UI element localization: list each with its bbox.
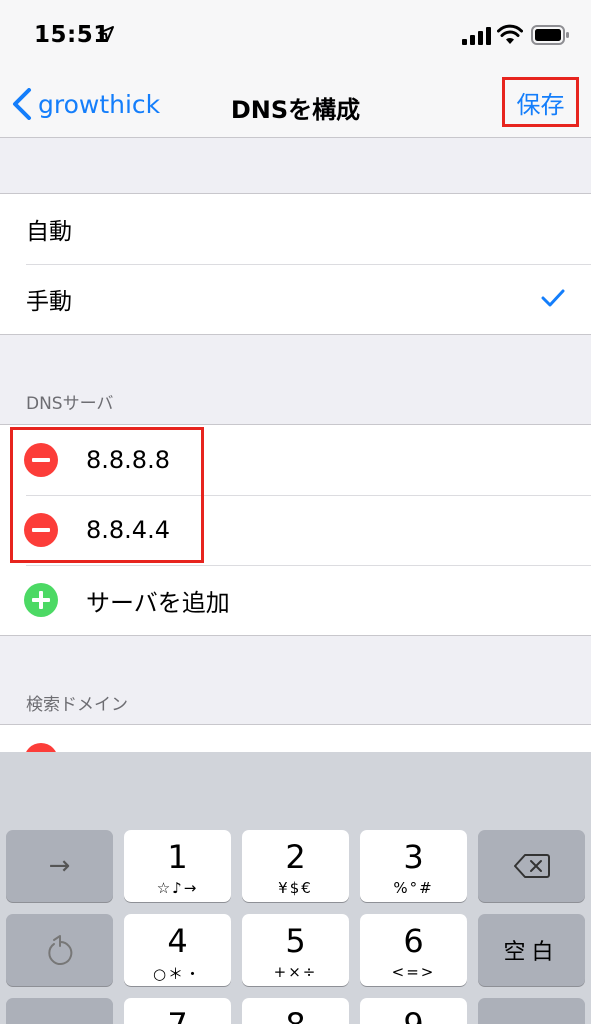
space-key-label: 空白 — [503, 940, 560, 965]
key-7[interactable]: 7 — [124, 998, 231, 1024]
delete-key[interactable] — [478, 830, 585, 902]
done-key[interactable] — [478, 998, 585, 1024]
plus-circle-icon[interactable] — [24, 583, 58, 617]
key-symbols: ○＊・ — [152, 965, 203, 983]
key-symbols: ¥$€ — [278, 879, 313, 897]
key-number: 9 — [360, 1006, 467, 1024]
key-number: 2 — [285, 838, 306, 876]
key-symbols: <=> — [391, 963, 436, 981]
signal-icon — [462, 27, 491, 45]
search-domain-section-header: 検索ドメイン — [26, 695, 128, 715]
numeric-keyboard: → 1 ☆♪→ 2 ¥$€ 3 %°# 4 ○＊・ 5 +×÷ 6 <=> 空白 — [0, 752, 591, 1024]
battery-icon — [531, 25, 569, 45]
key-number: 4 — [167, 922, 188, 960]
keyboard-mode-key[interactable] — [6, 998, 113, 1024]
minus-circle-icon[interactable] — [24, 443, 58, 477]
dns-server-group: 8.8.8.8 8.8.4.4 サーバを追加 — [0, 424, 591, 636]
dns-server-row[interactable]: 8.8.4.4 — [0, 495, 591, 565]
dns-server-row[interactable]: 8.8.8.8 — [0, 425, 591, 495]
key-1[interactable]: 1 ☆♪→ — [124, 830, 231, 902]
mode-option-manual[interactable]: 手動 — [0, 264, 591, 334]
undo-key[interactable] — [6, 914, 113, 986]
add-server-label: サーバを追加 — [86, 588, 230, 617]
key-number: 1 — [167, 838, 188, 876]
undo-icon — [48, 935, 73, 965]
key-8[interactable]: 8 — [242, 998, 349, 1024]
dns-server-address[interactable]: 8.8.8.8 — [86, 446, 170, 474]
location-arrow-icon — [98, 26, 114, 42]
key-5[interactable]: 5 +×÷ — [242, 914, 349, 986]
next-key[interactable]: → — [6, 830, 113, 902]
checkmark-icon — [541, 289, 565, 307]
dns-section-header: DNSサーバ — [26, 394, 114, 414]
add-server-row[interactable]: サーバを追加 — [0, 565, 591, 635]
mode-option-label: 手動 — [26, 289, 72, 315]
mode-option-label: 自動 — [26, 219, 72, 245]
key-number: 5 — [285, 922, 306, 960]
key-2[interactable]: 2 ¥$€ — [242, 830, 349, 902]
mode-option-auto[interactable]: 自動 — [0, 194, 591, 264]
key-number: 3 — [403, 838, 424, 876]
wifi-icon — [497, 24, 523, 44]
mode-group: 自動 手動 — [0, 193, 591, 335]
key-symbols: +×÷ — [273, 963, 318, 981]
space-key[interactable]: 空白 — [478, 914, 585, 986]
key-symbols: ☆♪→ — [156, 879, 199, 897]
status-bar: 15:51 — [0, 0, 591, 64]
delete-backspace-icon — [514, 854, 550, 878]
dns-server-address[interactable]: 8.8.4.4 — [86, 516, 170, 544]
key-3[interactable]: 3 %°# — [360, 830, 467, 902]
key-6[interactable]: 6 <=> — [360, 914, 467, 986]
key-symbols: %°# — [393, 879, 434, 897]
key-number: 8 — [242, 1006, 349, 1024]
key-number: 7 — [124, 1006, 231, 1024]
key-number: 6 — [403, 922, 424, 960]
next-key-label: → — [48, 851, 71, 881]
save-button[interactable]: 保存 — [502, 77, 579, 127]
key-9[interactable]: 9 — [360, 998, 467, 1024]
key-4[interactable]: 4 ○＊・ — [124, 914, 231, 986]
minus-circle-icon[interactable] — [24, 513, 58, 547]
